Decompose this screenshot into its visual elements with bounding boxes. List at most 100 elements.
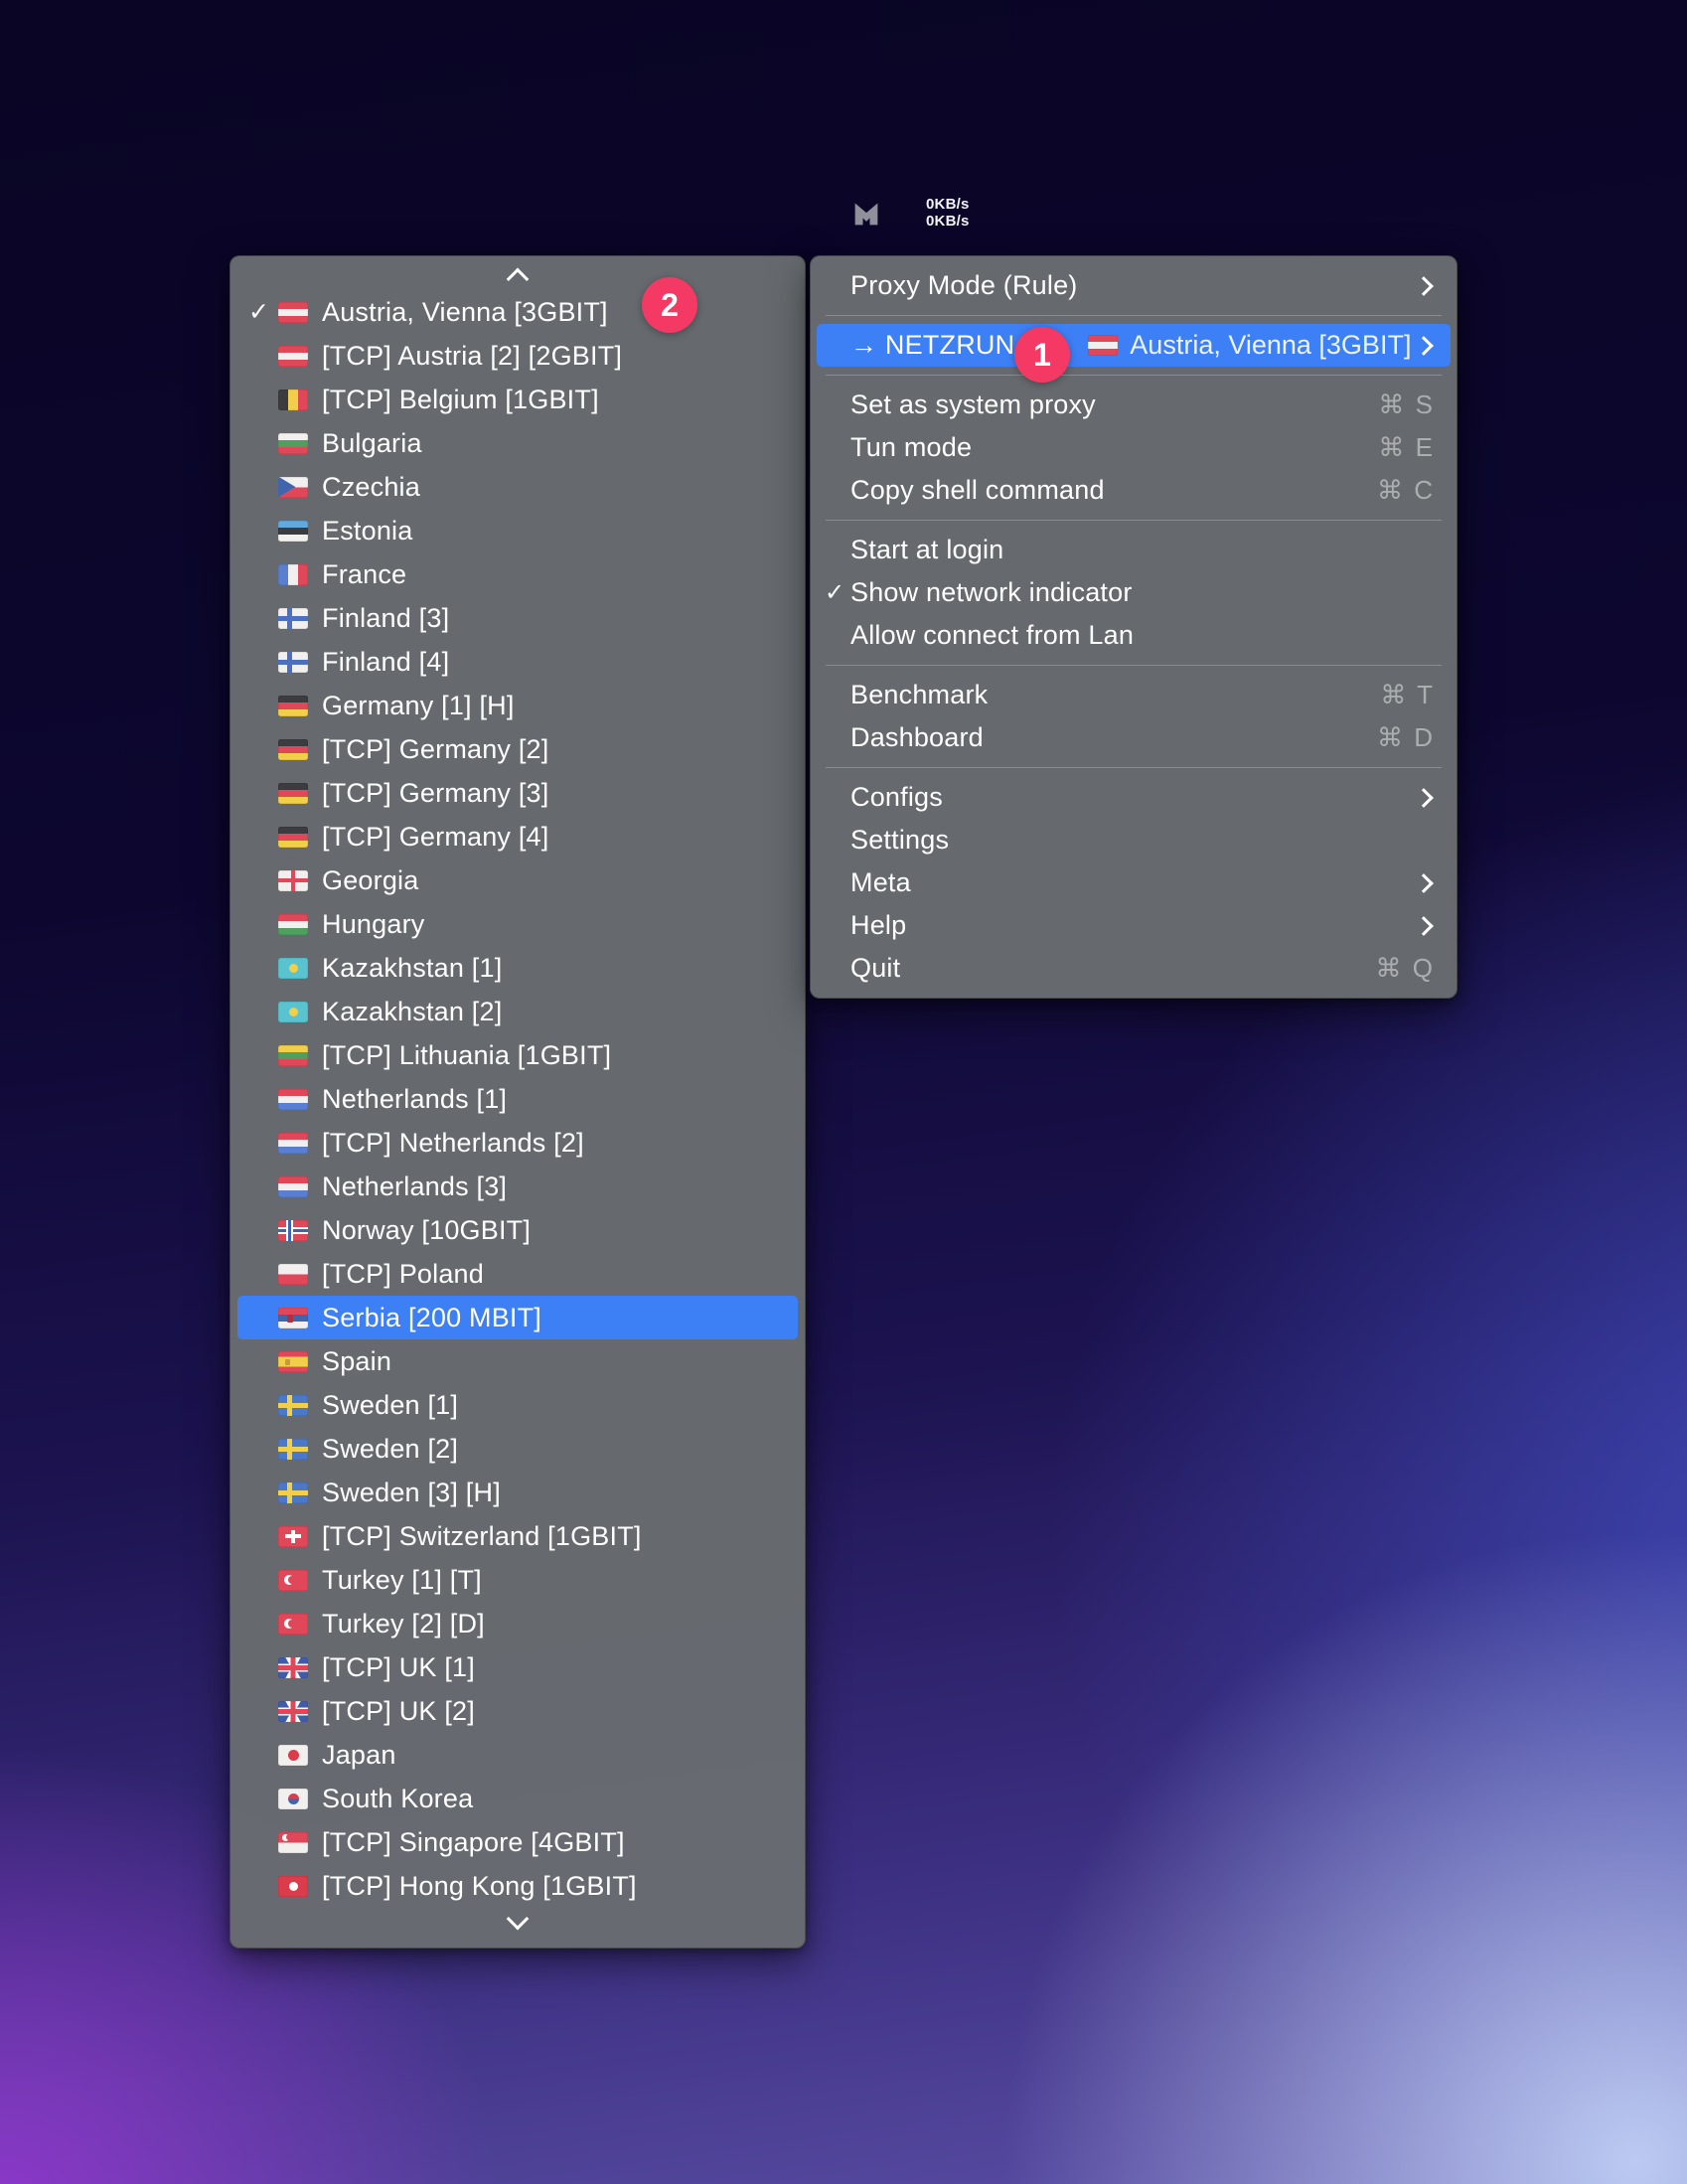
sweden-flag-icon xyxy=(278,1439,308,1460)
server-item[interactable]: ✓Spain xyxy=(230,1339,805,1383)
menu-item[interactable]: ✓Proxy Mode (Rule) xyxy=(811,264,1457,307)
server-item-label: [TCP] Germany [2] xyxy=(322,734,548,765)
austria-flag-icon xyxy=(278,346,308,367)
spain-flag-icon xyxy=(278,1351,308,1372)
menu-item-label: Help xyxy=(850,910,906,941)
server-item[interactable]: ✓[TCP] Belgium [1GBIT] xyxy=(230,378,805,421)
main-menu: ✓Proxy Mode (Rule)✓→ NETZRUNAustria, Vie… xyxy=(810,255,1457,999)
server-item[interactable]: ✓Estonia xyxy=(230,509,805,552)
shortcut-label: ⌘ C xyxy=(1377,475,1435,506)
server-item-label: France xyxy=(322,559,406,590)
estonia-flag-icon xyxy=(278,521,308,542)
menu-item-label: Set as system proxy xyxy=(850,390,1096,420)
server-item-label: Sweden [1] xyxy=(322,1390,458,1421)
server-item[interactable]: ✓Finland [3] xyxy=(230,596,805,640)
scroll-down-arrow[interactable] xyxy=(230,1908,805,1936)
server-item-label: Spain xyxy=(322,1346,391,1377)
menu-item-label: Benchmark xyxy=(850,680,988,710)
server-item[interactable]: ✓Sweden [1] xyxy=(230,1383,805,1427)
server-item[interactable]: ✓[TCP] Germany [4] xyxy=(230,815,805,858)
checkmark-icon: ✓ xyxy=(248,297,278,327)
server-item-label: Bulgaria xyxy=(322,428,422,459)
server-item[interactable]: ✓[TCP] Switzerland [1GBIT] xyxy=(230,1514,805,1558)
menubar-status-item[interactable]: 0KB/s 0KB/s xyxy=(852,197,970,230)
menu-item-label: Settings xyxy=(850,825,949,856)
main-menu-items: ✓Proxy Mode (Rule)✓→ NETZRUNAustria, Vie… xyxy=(811,264,1457,990)
server-item[interactable]: ✓Kazakhstan [1] xyxy=(230,946,805,990)
menu-item-label: Proxy Mode (Rule) xyxy=(850,270,1077,301)
menu-item[interactable]: ✓Start at login xyxy=(811,529,1457,571)
menu-item[interactable]: ✓Set as system proxy⌘ S xyxy=(811,384,1457,426)
server-item[interactable]: ✓Georgia xyxy=(230,858,805,902)
austria-flag-icon xyxy=(1088,335,1118,356)
server-item[interactable]: ✓France xyxy=(230,552,805,596)
poland-flag-icon xyxy=(278,1264,308,1285)
menu-item[interactable]: ✓→ NETZRUNAustria, Vienna [3GBIT] xyxy=(817,324,1451,367)
server-item[interactable]: ✓South Korea xyxy=(230,1777,805,1820)
server-item[interactable]: ✓Netherlands [3] xyxy=(230,1165,805,1208)
menu-item[interactable]: ✓Help xyxy=(811,904,1457,947)
server-item[interactable]: ✓[TCP] Germany [3] xyxy=(230,771,805,815)
server-item[interactable]: ✓Turkey [2] [D] xyxy=(230,1602,805,1645)
server-item-label: [TCP] UK [2] xyxy=(322,1696,475,1727)
sweden-flag-icon xyxy=(278,1395,308,1416)
menu-item[interactable]: ✓Meta xyxy=(811,861,1457,904)
menu-separator xyxy=(826,375,1442,376)
server-item-label: [TCP] Poland xyxy=(322,1259,484,1290)
serbia-flag-icon xyxy=(278,1308,308,1328)
chevron-right-icon xyxy=(1414,873,1434,893)
server-item[interactable]: ✓Czechia xyxy=(230,465,805,509)
menu-item[interactable]: ✓Quit⌘ Q xyxy=(811,947,1457,990)
server-item[interactable]: ✓[TCP] UK [1] xyxy=(230,1645,805,1689)
menu-item[interactable]: ✓Benchmark⌘ T xyxy=(811,674,1457,716)
menu-item[interactable]: ✓Settings xyxy=(811,819,1457,861)
server-item[interactable]: ✓[TCP] Austria [2] [2GBIT] xyxy=(230,334,805,378)
hungary-flag-icon xyxy=(278,914,308,935)
server-item[interactable]: ✓Germany [1] [H] xyxy=(230,684,805,727)
uk-flag-icon xyxy=(278,1657,308,1678)
menu-item-label: Dashboard xyxy=(850,722,984,753)
server-item[interactable]: ✓[TCP] Poland xyxy=(230,1252,805,1296)
germany-flag-icon xyxy=(278,696,308,716)
server-item[interactable]: ✓[TCP] Singapore [4GBIT] xyxy=(230,1820,805,1864)
server-item[interactable]: ✓Austria, Vienna [3GBIT] xyxy=(230,290,805,334)
sweden-flag-icon xyxy=(278,1482,308,1503)
server-item-label: Japan xyxy=(322,1740,396,1771)
server-item[interactable]: ✓Sweden [3] [H] xyxy=(230,1471,805,1514)
server-item[interactable]: ✓Japan xyxy=(230,1733,805,1777)
server-submenu: ✓Austria, Vienna [3GBIT]✓[TCP] Austria [… xyxy=(230,255,806,1949)
georgia-flag-icon xyxy=(278,870,308,891)
server-item[interactable]: ✓Serbia [200 MBIT] xyxy=(237,1296,798,1339)
server-item[interactable]: ✓Finland [4] xyxy=(230,640,805,684)
server-item[interactable]: ✓Hungary xyxy=(230,902,805,946)
server-item-label: [TCP] Austria [2] [2GBIT] xyxy=(322,341,622,372)
server-item[interactable]: ✓[TCP] Germany [2] xyxy=(230,727,805,771)
server-item-label: [TCP] Singapore [4GBIT] xyxy=(322,1827,625,1858)
server-item-label: Turkey [2] [D] xyxy=(322,1609,485,1639)
chevron-right-icon xyxy=(1414,916,1434,936)
scroll-up-arrow[interactable] xyxy=(230,262,805,290)
server-item[interactable]: ✓[TCP] Hong Kong [1GBIT] xyxy=(230,1864,805,1908)
menu-item-label: → NETZRUN xyxy=(850,330,1014,361)
menu-item-label: Start at login xyxy=(850,535,1003,565)
czechia-flag-icon xyxy=(278,477,308,498)
menu-item[interactable]: ✓Copy shell command⌘ C xyxy=(811,469,1457,512)
menu-item[interactable]: ✓Allow connect from Lan xyxy=(811,614,1457,657)
server-item[interactable]: ✓[TCP] UK [2] xyxy=(230,1689,805,1733)
server-item[interactable]: ✓Kazakhstan [2] xyxy=(230,990,805,1033)
menu-item[interactable]: ✓Tun mode⌘ E xyxy=(811,426,1457,469)
menu-item[interactable]: ✓Show network indicator xyxy=(811,571,1457,614)
server-item[interactable]: ✓[TCP] Netherlands [2] xyxy=(230,1121,805,1165)
server-item[interactable]: ✓Turkey [1] [T] xyxy=(230,1558,805,1602)
server-item[interactable]: ✓Bulgaria xyxy=(230,421,805,465)
server-item[interactable]: ✓Norway [10GBIT] xyxy=(230,1208,805,1252)
selected-server-label: Austria, Vienna [3GBIT] xyxy=(1130,330,1411,361)
server-item-label: Kazakhstan [2] xyxy=(322,997,502,1027)
menu-item[interactable]: ✓Configs xyxy=(811,776,1457,819)
server-item-label: Estonia xyxy=(322,516,412,546)
server-item[interactable]: ✓[TCP] Lithuania [1GBIT] xyxy=(230,1033,805,1077)
server-item[interactable]: ✓Sweden [2] xyxy=(230,1427,805,1471)
server-item[interactable]: ✓Netherlands [1] xyxy=(230,1077,805,1121)
menu-item[interactable]: ✓Dashboard⌘ D xyxy=(811,716,1457,759)
server-item-label: Netherlands [3] xyxy=(322,1171,507,1202)
